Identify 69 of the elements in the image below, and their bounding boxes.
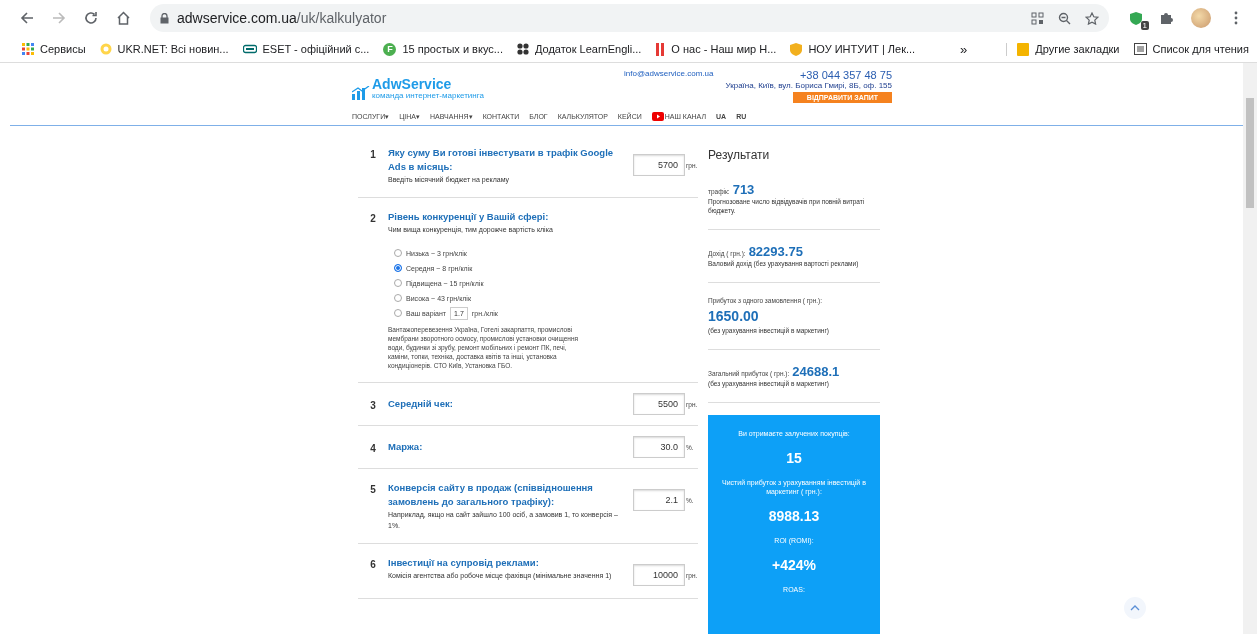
input-field[interactable]: 5700 <box>633 154 685 176</box>
result-value: 713 <box>732 182 755 197</box>
apps-grid-icon <box>22 43 34 55</box>
question-title: Конверсія сайту в продаж (співвідношення замовлень до загального трафіку): <box>388 481 594 509</box>
results-heading: Результати <box>708 148 771 162</box>
shield-icon <box>790 42 803 56</box>
bookmark-label: НОУ ИНТУИТ | Лек... <box>808 43 916 55</box>
bookmark[interactable]: О нас - Наш мир Н... <box>655 42 777 56</box>
lock-icon <box>160 12 169 24</box>
bookmark-label: О нас - Наш мир Н... <box>671 43 777 55</box>
step-number: 3 <box>369 399 377 411</box>
bookmark[interactable]: F 15 простых и вкус... <box>383 42 503 56</box>
bookmark[interactable]: Другие закладки <box>1006 42 1120 56</box>
scrollbar[interactable] <box>1243 63 1257 634</box>
chevron-up-icon <box>1130 605 1140 611</box>
question-title: Яку суму Ви готові інвестувати в трафік Google Ads в місяць: <box>388 146 615 174</box>
question-title: Середній чек: <box>388 397 454 411</box>
step-number: 5 <box>369 483 377 495</box>
step-number: 4 <box>369 442 377 454</box>
video-icon <box>651 112 664 121</box>
bookmark-label: ESET - офіційний с... <box>262 43 370 55</box>
more-bookmarks-button[interactable]: » <box>960 41 968 57</box>
four-dots-icon <box>516 43 529 55</box>
bookmark[interactable]: Список для чтения <box>1133 43 1249 55</box>
qr-code-icon[interactable] <box>1031 11 1044 25</box>
address: Україна, Київ, вул. Бориса Гмирі, 8Б, оф. 155 <box>725 81 892 91</box>
input-field[interactable]: 5500 <box>633 393 685 415</box>
bookmark[interactable]: Сервисы <box>22 43 86 55</box>
result-value: 24688.1 <box>792 364 840 379</box>
input-field[interactable]: 10000 <box>633 564 685 586</box>
step-number: 6 <box>369 558 377 570</box>
step-number: 1 <box>369 148 377 160</box>
summary-value: 8988.13 <box>767 508 821 524</box>
step-number: 2 <box>369 212 377 224</box>
bookmark[interactable]: ESET - офіційний с... <box>242 43 370 55</box>
folder-icon <box>1017 42 1030 56</box>
star-icon[interactable] <box>1085 11 1099 25</box>
address-bar[interactable]: adwservice.com.ua/uk/kalkulyator <box>150 4 1109 32</box>
two-bars-icon <box>655 42 666 56</box>
summary-value: +424% <box>771 557 817 573</box>
reading-list-icon <box>1133 43 1147 55</box>
radio-button[interactable] <box>394 294 402 302</box>
result-value: 1650.00 <box>708 308 760 324</box>
bookmark-label: Сервисы <box>40 43 86 55</box>
extension-badge: 1 <box>1140 21 1149 30</box>
input-field[interactable]: 30.0 <box>633 436 685 458</box>
phone-number: +38 044 357 48 75 <box>799 69 892 81</box>
question-title: Маржа: <box>388 440 424 454</box>
input-field[interactable]: 2.1 <box>633 489 685 511</box>
summary-value: 15 <box>785 450 803 466</box>
radio-button[interactable] <box>394 279 402 287</box>
badge-icon <box>242 44 257 54</box>
shield-extension-icon[interactable] <box>1129 10 1143 26</box>
ring-icon <box>99 43 112 55</box>
question-title: Інвестиції на супровід реклами: <box>388 556 540 570</box>
zoom-icon[interactable] <box>1058 11 1071 25</box>
radio-button[interactable] <box>394 264 402 272</box>
bookmark[interactable]: НОУ ИНТУИТ | Лек... <box>790 42 916 56</box>
result-value: 82293.75 <box>748 244 803 259</box>
radio-button[interactable] <box>394 309 402 317</box>
radio-button[interactable] <box>394 249 402 257</box>
letter-icon: F <box>383 42 397 56</box>
avatar-icon[interactable] <box>1191 8 1211 28</box>
question-title: Рівень конкуренції у Вашій сфері: <box>388 210 550 224</box>
email-link[interactable]: info@adwservice.com.ua <box>624 69 714 78</box>
scroll-to-top-button[interactable] <box>1124 597 1146 619</box>
bookmark-label: Другие закладки <box>1035 43 1120 55</box>
bookmark-label: 15 простых и вкус... <box>402 43 503 55</box>
bookmark-label: Список для чтения <box>1152 43 1249 55</box>
